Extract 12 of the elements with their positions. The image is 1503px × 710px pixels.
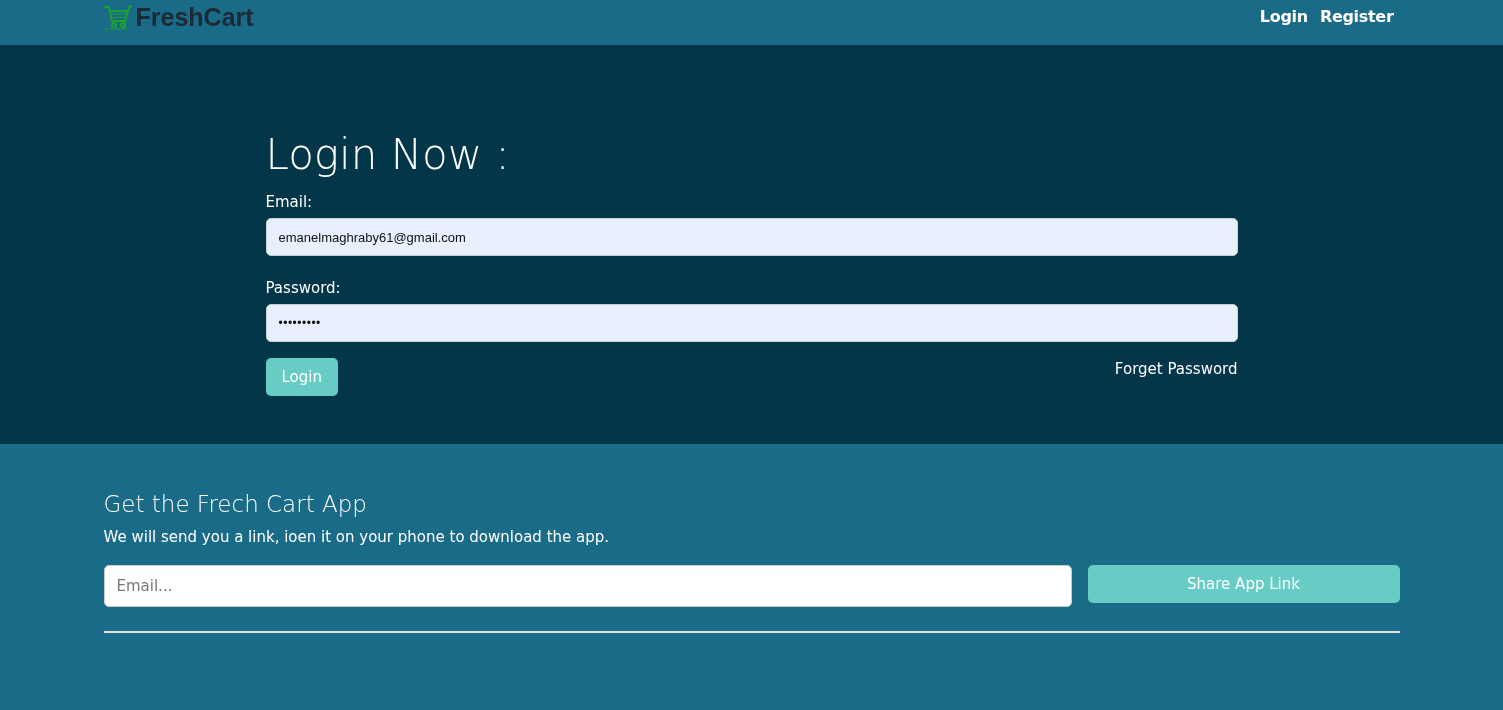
field-label: Email: <box>265 192 313 213</box>
field-label: Password: <box>265 278 341 299</box>
nav-link[interactable]: Register <box>1313 3 1400 31</box>
section-title: Get the Frech Cart App <box>103 490 368 519</box>
forgot-password-link[interactable]: Forget Password <box>1114 358 1238 381</box>
email-field[interactable]: Email... <box>103 565 1072 607</box>
password-field[interactable]: ••••••••• <box>265 304 1238 342</box>
email-field[interactable]: emanelmaghraby61@gmail.com <box>265 218 1238 256</box>
cart-icon <box>103 4 132 30</box>
nav-link[interactable]: Login <box>1253 3 1314 31</box>
form-title: Login Now : <box>265 129 511 181</box>
section-description: We will send you a link, ioen it on your phone to download the app. <box>103 527 611 548</box>
